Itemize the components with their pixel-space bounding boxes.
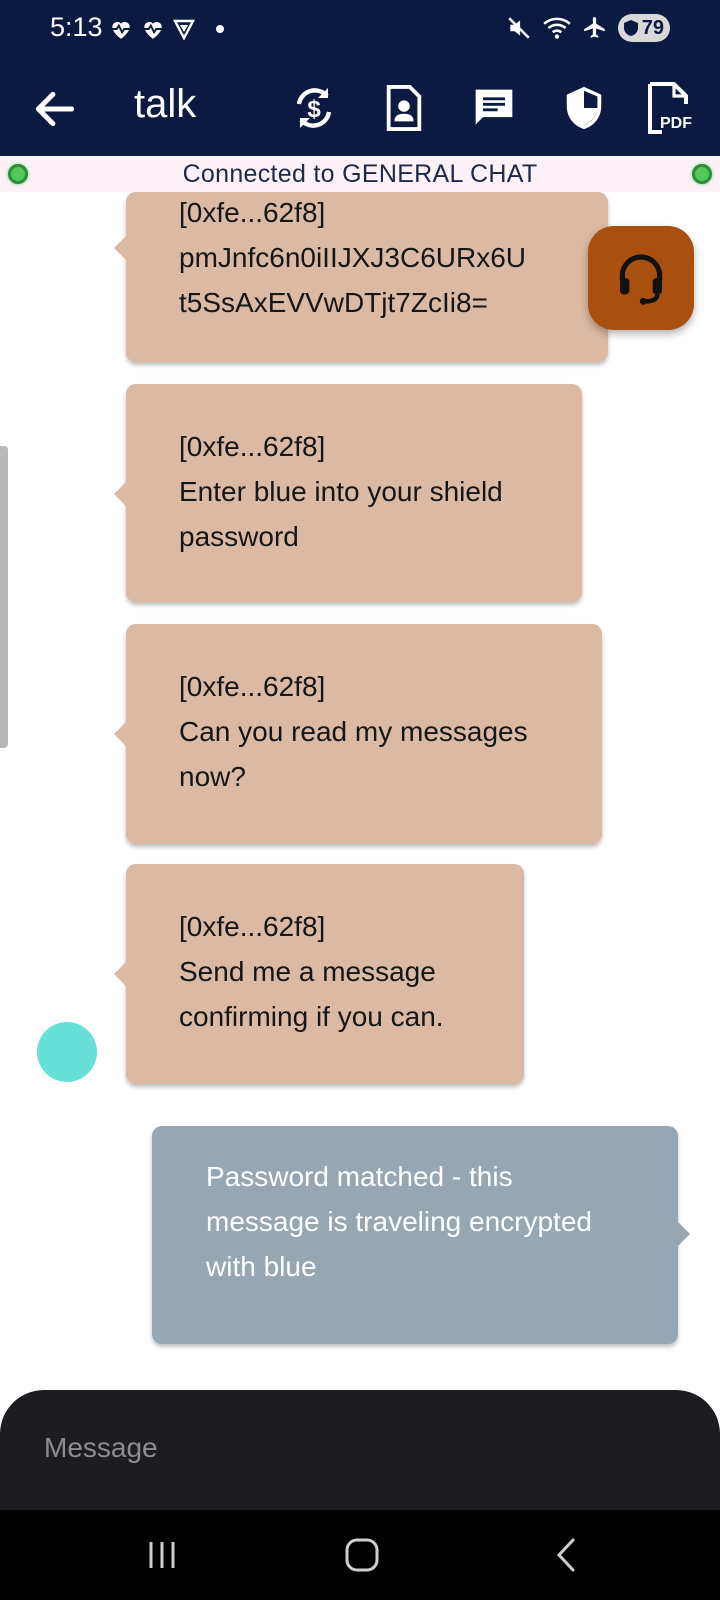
message-text: pmJnfc6n0iIIJXJ3C6URx6U t5SsAxEVVwDTjt7Z… xyxy=(179,242,527,318)
message-text: Send me a message confirming if you can. xyxy=(179,956,444,1032)
chat-button[interactable] xyxy=(466,80,522,136)
home-icon xyxy=(345,1538,379,1572)
recents-button[interactable] xyxy=(132,1530,192,1580)
avatar[interactable] xyxy=(37,1022,97,1082)
arrow-left-icon xyxy=(35,91,75,127)
battery-icon: 79 xyxy=(618,14,670,42)
support-button[interactable] xyxy=(588,226,694,330)
battery-shield-icon xyxy=(624,20,638,36)
back-button[interactable] xyxy=(30,84,80,134)
currency-sync-button[interactable]: $ xyxy=(286,80,342,136)
shield-button[interactable] xyxy=(556,80,612,136)
incoming-message[interactable]: [0xfe...62f8] Send me a message confirmi… xyxy=(114,864,524,1084)
pdf-button[interactable]: PDF xyxy=(640,80,700,136)
status-left-icons xyxy=(108,16,224,42)
status-right-icons: 79 xyxy=(506,14,670,42)
vpn-shield-icon xyxy=(173,19,195,41)
svg-text:$: $ xyxy=(307,96,321,123)
message-input[interactable] xyxy=(44,1420,664,1476)
message-text: Password matched - this message is trave… xyxy=(206,1161,592,1282)
currency-sync-icon: $ xyxy=(296,88,332,128)
pdf-label: PDF xyxy=(660,115,692,132)
contact-card-icon xyxy=(386,85,422,131)
chat-screen: 5:13 79 talk $ PDF Connected to GENERAL … xyxy=(0,0,720,1600)
pdf-icon: PDF xyxy=(648,82,692,134)
message-sender: [0xfe...62f8] xyxy=(179,671,326,702)
message-sender: [0xfe...62f8] xyxy=(179,911,326,942)
wifi-icon xyxy=(543,17,571,39)
dot-icon xyxy=(216,25,224,33)
home-button[interactable] xyxy=(332,1530,392,1580)
nav-back-button[interactable] xyxy=(536,1530,596,1580)
contact-button[interactable] xyxy=(376,80,432,136)
app-bar: talk $ PDF xyxy=(0,62,720,156)
heart-monitor-icon xyxy=(144,21,162,39)
recents-icon xyxy=(149,1542,175,1568)
incoming-message[interactable]: [0xfe...62f8] pmJnfc6n0iIIJXJ3C6URx6U t5… xyxy=(114,192,608,362)
headset-icon xyxy=(619,254,663,305)
system-nav-bar xyxy=(0,1510,720,1600)
status-bar: 5:13 79 xyxy=(0,0,720,62)
connection-status-icon xyxy=(692,164,712,184)
incoming-message[interactable]: [0xfe...62f8] Can you read my messages n… xyxy=(114,624,602,844)
composer xyxy=(0,1390,720,1510)
connection-banner: Connected to GENERAL CHAT xyxy=(0,156,720,192)
outgoing-message[interactable]: Password matched - this message is trave… xyxy=(152,1126,690,1344)
shield-icon xyxy=(566,86,602,130)
mute-icon xyxy=(508,17,530,39)
status-time: 5:13 xyxy=(50,12,103,42)
airplane-icon xyxy=(584,17,605,38)
message-sender: [0xfe...62f8] xyxy=(179,431,326,462)
chat-icon xyxy=(475,89,513,125)
page-title: talk xyxy=(134,82,197,126)
battery-level: 79 xyxy=(641,16,664,39)
connection-status-text: Connected to GENERAL CHAT xyxy=(182,160,538,188)
heart-monitor-icon xyxy=(112,21,130,39)
incoming-message[interactable]: [0xfe...62f8] Enter blue into your shiel… xyxy=(114,384,582,602)
message-text: Can you read my messages now? xyxy=(179,716,528,792)
message-text: Enter blue into your shield password xyxy=(179,476,503,552)
back-icon xyxy=(556,1538,575,1572)
message-sender: [0xfe...62f8] xyxy=(179,197,326,228)
scrollbar[interactable] xyxy=(0,446,8,748)
